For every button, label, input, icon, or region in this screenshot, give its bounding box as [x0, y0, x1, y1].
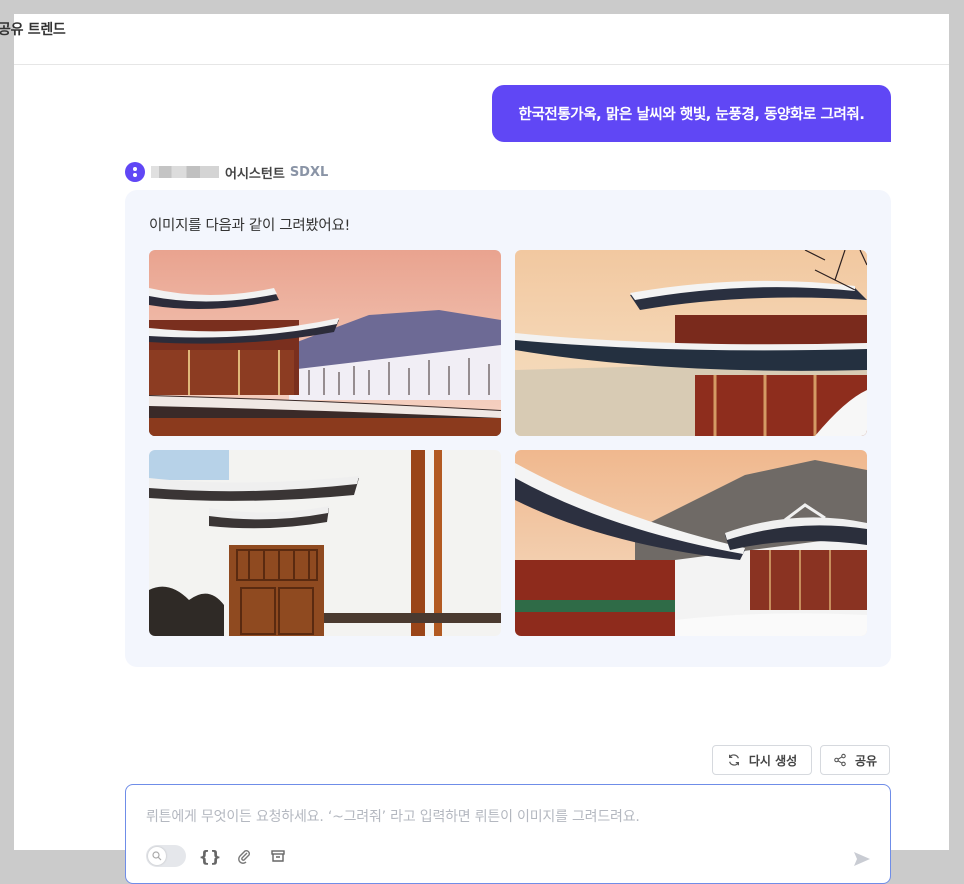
paperclip-icon[interactable]	[234, 846, 254, 866]
prompt-input-placeholder[interactable]: 뤼튼에게 무엇이든 요청하세요. ‘~그려줘’ 라고 입력하면 뤼튼이 이미지를…	[146, 806, 640, 826]
top-bar: 공유 트렌드	[0, 0, 964, 50]
search-toggle-icon	[148, 847, 166, 865]
assistant-response-text: 이미지를 다음과 같이 그려봤어요!	[149, 218, 350, 234]
hanok-image-1[interactable]	[149, 250, 501, 436]
share-button[interactable]: 공유	[820, 745, 890, 775]
regenerate-button[interactable]: 다시 생성	[712, 745, 812, 775]
hanok-image-3[interactable]	[149, 450, 501, 636]
composer-tools: {}	[146, 845, 288, 867]
send-icon[interactable]	[852, 849, 872, 869]
share-icon	[834, 753, 846, 767]
regenerate-label: 다시 생성	[748, 753, 798, 768]
assistant-header: 어시스턴트 SDXL	[125, 162, 328, 182]
assistant-name: 어시스턴트	[225, 166, 285, 182]
braces-icon[interactable]: {}	[199, 846, 222, 866]
hanok-image-4[interactable]	[515, 450, 867, 636]
prompt-composer[interactable]: 뤼튼에게 무엇이든 요청하세요. ‘~그려줘’ 라고 입력하면 뤼튼이 이미지를…	[125, 784, 891, 884]
assistant-avatar-icon	[125, 162, 145, 182]
header-divider	[14, 64, 949, 65]
refresh-icon	[728, 754, 739, 766]
page-title: 공유 트렌드	[0, 22, 66, 38]
archive-icon[interactable]	[268, 846, 288, 866]
user-message-text: 한국전통가옥, 맑은 날씨와 햇빛, 눈풍경, 동양화로 그려줘.	[518, 107, 865, 123]
assistant-response-card: 이미지를 다음과 같이 그려봤어요!	[125, 190, 891, 667]
search-toggle[interactable]	[146, 845, 186, 867]
blurred-username	[151, 166, 219, 178]
assistant-model: SDXL	[289, 164, 329, 180]
share-label: 공유	[854, 753, 878, 768]
hanok-image-2[interactable]	[515, 250, 867, 436]
user-message-bubble: 한국전통가옥, 맑은 날씨와 햇빛, 눈풍경, 동양화로 그려줘.	[492, 85, 891, 142]
